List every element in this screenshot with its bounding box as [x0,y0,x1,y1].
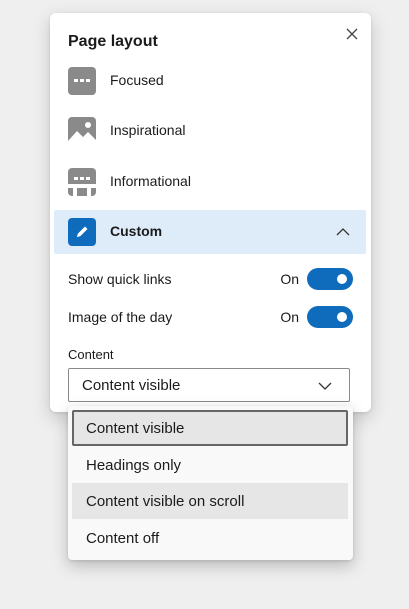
layout-label-focused: Focused [110,72,164,88]
dropdown-option-content-visible-on-scroll[interactable]: Content visible on scroll [72,483,348,519]
layout-label-informational: Informational [110,173,191,189]
content-dropdown-list: Content visible Headings only Content vi… [68,406,353,560]
content-select[interactable]: Content visible [68,368,350,402]
quick-links-switch[interactable] [307,268,353,290]
layout-option-custom[interactable]: Custom [54,210,366,254]
toggle-row-image-of-day: Image of the day On [68,305,353,329]
dropdown-option-headings-only[interactable]: Headings only [72,447,348,483]
option-label: Content visible [86,420,185,437]
toggle-state-image-of-day: On [280,309,299,325]
layout-label-inspirational: Inspirational [110,122,186,138]
image-of-day-switch[interactable] [307,306,353,328]
layout-option-informational[interactable]: Informational [54,160,366,204]
content-select-value: Content visible [82,377,181,394]
close-icon[interactable] [343,25,361,43]
layout-option-focused[interactable]: Focused [54,59,366,103]
toggle-row-quick-links: Show quick links On [68,267,353,291]
switch-knob [337,274,347,284]
panel-title: Page layout [68,33,158,50]
informational-layout-icon [68,168,96,196]
option-label: Content off [86,530,160,547]
toggle-label-quick-links: Show quick links [68,271,172,287]
page-layout-panel: Page layout Focused Inspirational Inform… [50,13,371,412]
chevron-up-icon[interactable] [335,224,351,240]
dropdown-option-content-visible[interactable]: Content visible [72,410,348,446]
option-label: Headings only [86,457,182,474]
focused-layout-icon [68,67,96,95]
layout-option-inspirational[interactable]: Inspirational [54,109,366,153]
layout-label-custom: Custom [110,223,163,239]
toggle-label-image-of-day: Image of the day [68,309,173,325]
content-label: Content [68,347,114,362]
chevron-down-icon [317,378,333,394]
toggle-state-quick-links: On [280,271,299,287]
dropdown-option-content-off[interactable]: Content off [72,520,348,556]
switch-knob [337,312,347,322]
custom-edit-icon [68,218,96,246]
option-label: Content visible on scroll [86,493,245,510]
inspirational-layout-icon [68,117,96,145]
